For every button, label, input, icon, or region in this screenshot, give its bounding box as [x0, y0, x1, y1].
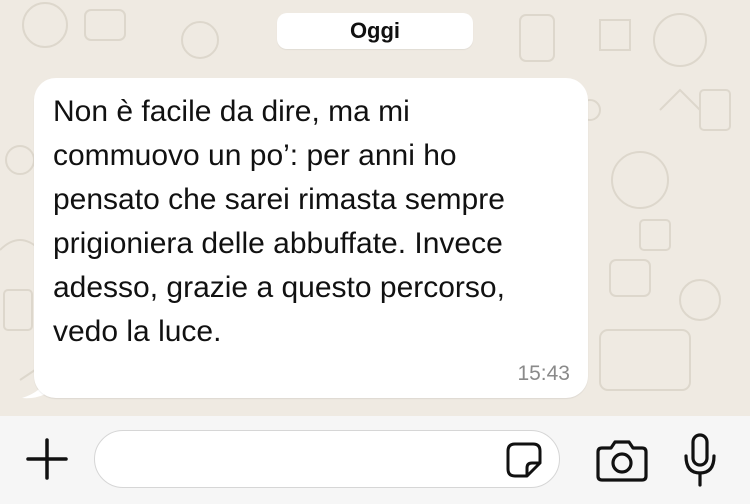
message-timestamp: 15:43	[517, 362, 570, 385]
message-incoming[interactable]: Non è facile da dire, ma mi commuovo un …	[18, 78, 588, 400]
message-input-field[interactable]	[94, 430, 560, 488]
camera-icon	[596, 440, 648, 482]
camera-button[interactable]	[596, 438, 648, 482]
message-bubble[interactable]: Non è facile da dire, ma mi commuovo un …	[34, 78, 588, 398]
sticker-icon	[506, 442, 542, 478]
chat-background: Oggi Non è facile da dire, ma mi commuov…	[0, 0, 750, 416]
composer-bar	[0, 416, 750, 504]
plus-icon	[26, 438, 68, 480]
date-separator: Oggi	[277, 13, 473, 49]
message-text: Non è facile da dire, ma mi commuovo un …	[53, 95, 505, 348]
attach-button[interactable]	[24, 436, 70, 482]
microphone-button[interactable]	[682, 432, 718, 488]
message-input[interactable]	[113, 431, 497, 487]
date-label: Oggi	[349, 18, 401, 43]
sticker-button[interactable]	[505, 441, 543, 479]
microphone-icon	[684, 433, 716, 487]
